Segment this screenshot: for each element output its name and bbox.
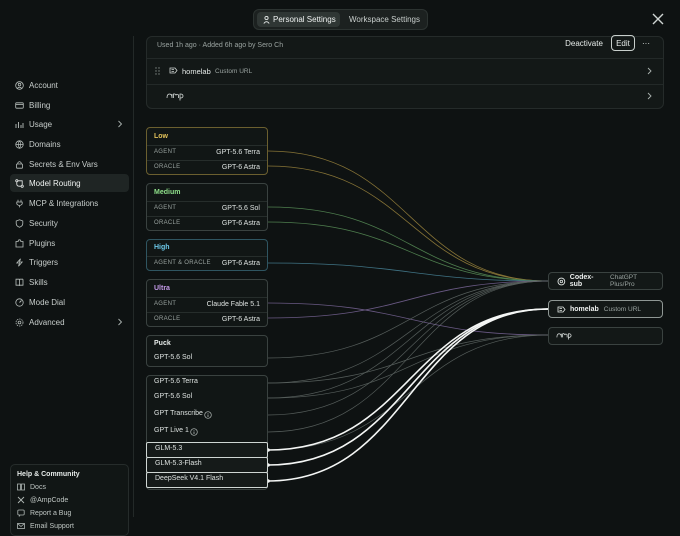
server-icon [557,306,566,312]
model-value: GPT-6 Astra [221,316,260,323]
mode-row[interactable]: AGENT Claude Fable 5.1 [147,297,267,312]
model-value: GPT-6 Astra [221,260,260,267]
model-value: Claude Fable 5.1 [206,301,260,308]
provider-sub: Custom URL [603,305,642,313]
puck-card[interactable]: Puck GPT-5.6 Sol [146,335,268,367]
role-label: ORACLE [154,164,181,170]
model-name: GPT-5.6 Terra [154,378,198,385]
mode-title: Ultra [154,285,170,292]
model-name: GLM-5.3 [155,445,183,452]
role-label: AGENT [154,205,177,211]
model-item[interactable]: GPT Transcribe [146,407,268,423]
mode-card-high[interactable]: High AGENT & ORACLE GPT-6 Astra [146,239,268,271]
routing-connections [266,150,549,483]
model-name: GPT-5.6 Sol [154,393,193,400]
mode-row[interactable]: ORACLE GPT-6 Astra [147,312,267,327]
provider-name: Codex-sub [569,274,594,288]
model-item[interactable]: GPT-5.6 Terra [146,375,268,391]
mode-card-ultra[interactable]: Ultra AGENT Claude Fable 5.1 ORACLE GPT-6 … [146,279,268,327]
role-label: AGENT [154,149,177,155]
role-label: AGENT & ORACLE [154,260,211,266]
model-value: GPT-6 Astra [221,164,260,171]
model-value: GPT-5.6 Sol [221,205,260,212]
model-value: GPT-5.6 Terra [216,149,260,156]
amp-logo [556,333,572,340]
provider-sub: ChatGPT Plus/Pro [610,274,637,288]
mode-row[interactable]: AGENT & ORACLE GPT-6 Astra [147,256,267,271]
provider-name: homelab [570,305,599,313]
puck-title: Puck [154,340,171,347]
mode-row[interactable]: AGENT GPT-5.6 Terra [147,145,267,160]
provider-node-codex[interactable]: Codex-sub ChatGPT Plus/Pro [548,272,663,290]
email-support-label: Email Support [30,522,74,530]
model-item-selected[interactable]: GLM-5.3-Flash [146,457,268,473]
mode-title: Low [154,133,168,140]
model-name: GLM-5.3-Flash [155,460,202,467]
model-name: GPT Live 1 [154,427,189,434]
mode-title: Medium [154,189,181,196]
model-item[interactable]: GPT-5.6 Sol [146,390,268,406]
model-name: GPT Transcribe [154,410,203,417]
mode-card-low[interactable]: Low AGENT GPT-5.6 Terra ORACLE GPT-6 Astra [146,127,268,175]
info-icon[interactable] [190,428,198,436]
role-label: AGENT [154,301,177,307]
email-support-link[interactable]: Email Support [17,522,74,530]
model-item-selected[interactable]: GLM-5.3 [146,442,268,458]
model-value: GPT-6 Astra [221,220,260,227]
model-item-selected[interactable]: DeepSeek V4.1 Flash [146,472,268,488]
provider-node-homelab[interactable]: homelab Custom URL [548,300,663,318]
provider-node-amp[interactable] [548,327,663,345]
model-item[interactable]: GPT Live 1 [146,424,268,440]
model-name: DeepSeek V4.1 Flash [155,475,224,482]
mail-icon [17,523,25,529]
mode-card-medium[interactable]: Medium AGENT GPT-5.6 Sol ORACLE GPT-6 Astr… [146,183,268,231]
mode-title: High [154,244,170,251]
info-icon[interactable] [204,411,212,419]
openai-icon [557,277,566,285]
role-label: ORACLE [154,220,181,226]
role-label: ORACLE [154,316,181,322]
mode-row[interactable]: ORACLE GPT-6 Astra [147,160,267,175]
mode-row[interactable]: AGENT GPT-5.6 Sol [147,201,267,216]
puck-model: GPT-5.6 Sol [154,354,193,361]
mode-row[interactable]: ORACLE GPT-6 Astra [147,216,267,231]
